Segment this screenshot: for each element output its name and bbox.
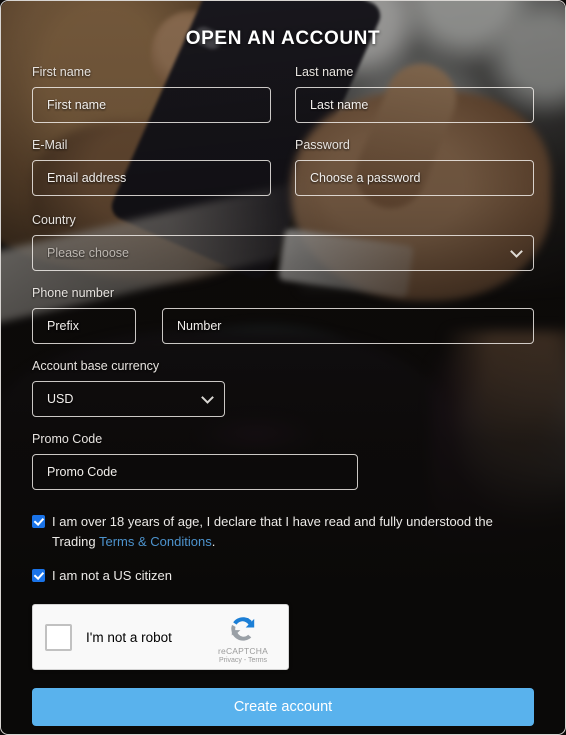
password-input[interactable]	[295, 160, 534, 196]
consent-age-checkbox[interactable]	[32, 515, 45, 528]
phone-field: Phone number	[32, 285, 534, 344]
name-row: First name Last name	[32, 50, 534, 123]
consent-age-row[interactable]: I am over 18 years of age, I declare tha…	[32, 512, 534, 552]
recaptcha-branding: reCAPTCHA Privacy - Terms	[207, 613, 279, 664]
recaptcha-checkbox[interactable]	[45, 623, 72, 651]
open-account-page: OPEN AN ACCOUNT First name Last name E-M…	[0, 0, 566, 735]
consent-us-text: I am not a US citizen	[52, 568, 172, 583]
password-label: Password	[295, 138, 350, 152]
email-label: E-Mail	[32, 138, 68, 152]
create-account-button[interactable]: Create account	[32, 688, 534, 726]
last-name-input[interactable]	[295, 87, 534, 123]
phone-row	[32, 308, 534, 344]
consent-age-text: I am over 18 years of age, I declare tha…	[52, 512, 534, 552]
recaptcha-legal-links[interactable]: Privacy - Terms	[207, 657, 279, 664]
country-select-wrap: Please choose	[32, 235, 534, 271]
country-label: Country	[32, 213, 76, 227]
promo-field: Promo Code	[32, 431, 534, 490]
registration-form: OPEN AN ACCOUNT First name Last name E-M…	[1, 1, 565, 726]
currency-field: Account base currency USD	[32, 358, 534, 417]
phone-number-input[interactable]	[162, 308, 534, 344]
terms-and-conditions-link[interactable]: Terms & Conditions	[99, 534, 212, 549]
last-name-label: Last name	[295, 65, 354, 79]
first-name-label: First name	[32, 65, 92, 79]
consent-age-text-after: .	[211, 534, 216, 549]
page-title: OPEN AN ACCOUNT	[185, 28, 381, 49]
phone-prefix-input[interactable]	[32, 308, 136, 344]
consent-us-checkbox[interactable]	[32, 569, 45, 582]
currency-select[interactable]: USD	[32, 381, 225, 417]
recaptcha-label: I'm not a robot	[86, 629, 172, 645]
email-input[interactable]	[32, 160, 271, 196]
consent-us-row[interactable]: I am not a US citizen	[32, 566, 534, 586]
country-field: Country Please choose	[32, 212, 534, 271]
password-field: Password	[295, 137, 534, 196]
email-field: E-Mail	[32, 137, 271, 196]
first-name-input[interactable]	[32, 87, 271, 123]
recaptcha-widget[interactable]: I'm not a robot reCAPTCHA Privacy - Term…	[32, 604, 289, 670]
currency-select-wrap: USD	[32, 381, 225, 417]
promo-code-input[interactable]	[32, 454, 358, 490]
first-name-field: First name	[32, 64, 271, 123]
last-name-field: Last name	[295, 64, 534, 123]
recaptcha-brand-name: reCAPTCHA	[218, 646, 268, 656]
consent-block: I am over 18 years of age, I declare tha…	[32, 512, 534, 586]
currency-label: Account base currency	[32, 359, 160, 373]
country-select[interactable]: Please choose	[32, 235, 534, 271]
credentials-row: E-Mail Password	[32, 123, 534, 196]
phone-label: Phone number	[32, 286, 115, 300]
promo-label: Promo Code	[32, 432, 103, 446]
recaptcha-logo-icon	[231, 617, 255, 641]
